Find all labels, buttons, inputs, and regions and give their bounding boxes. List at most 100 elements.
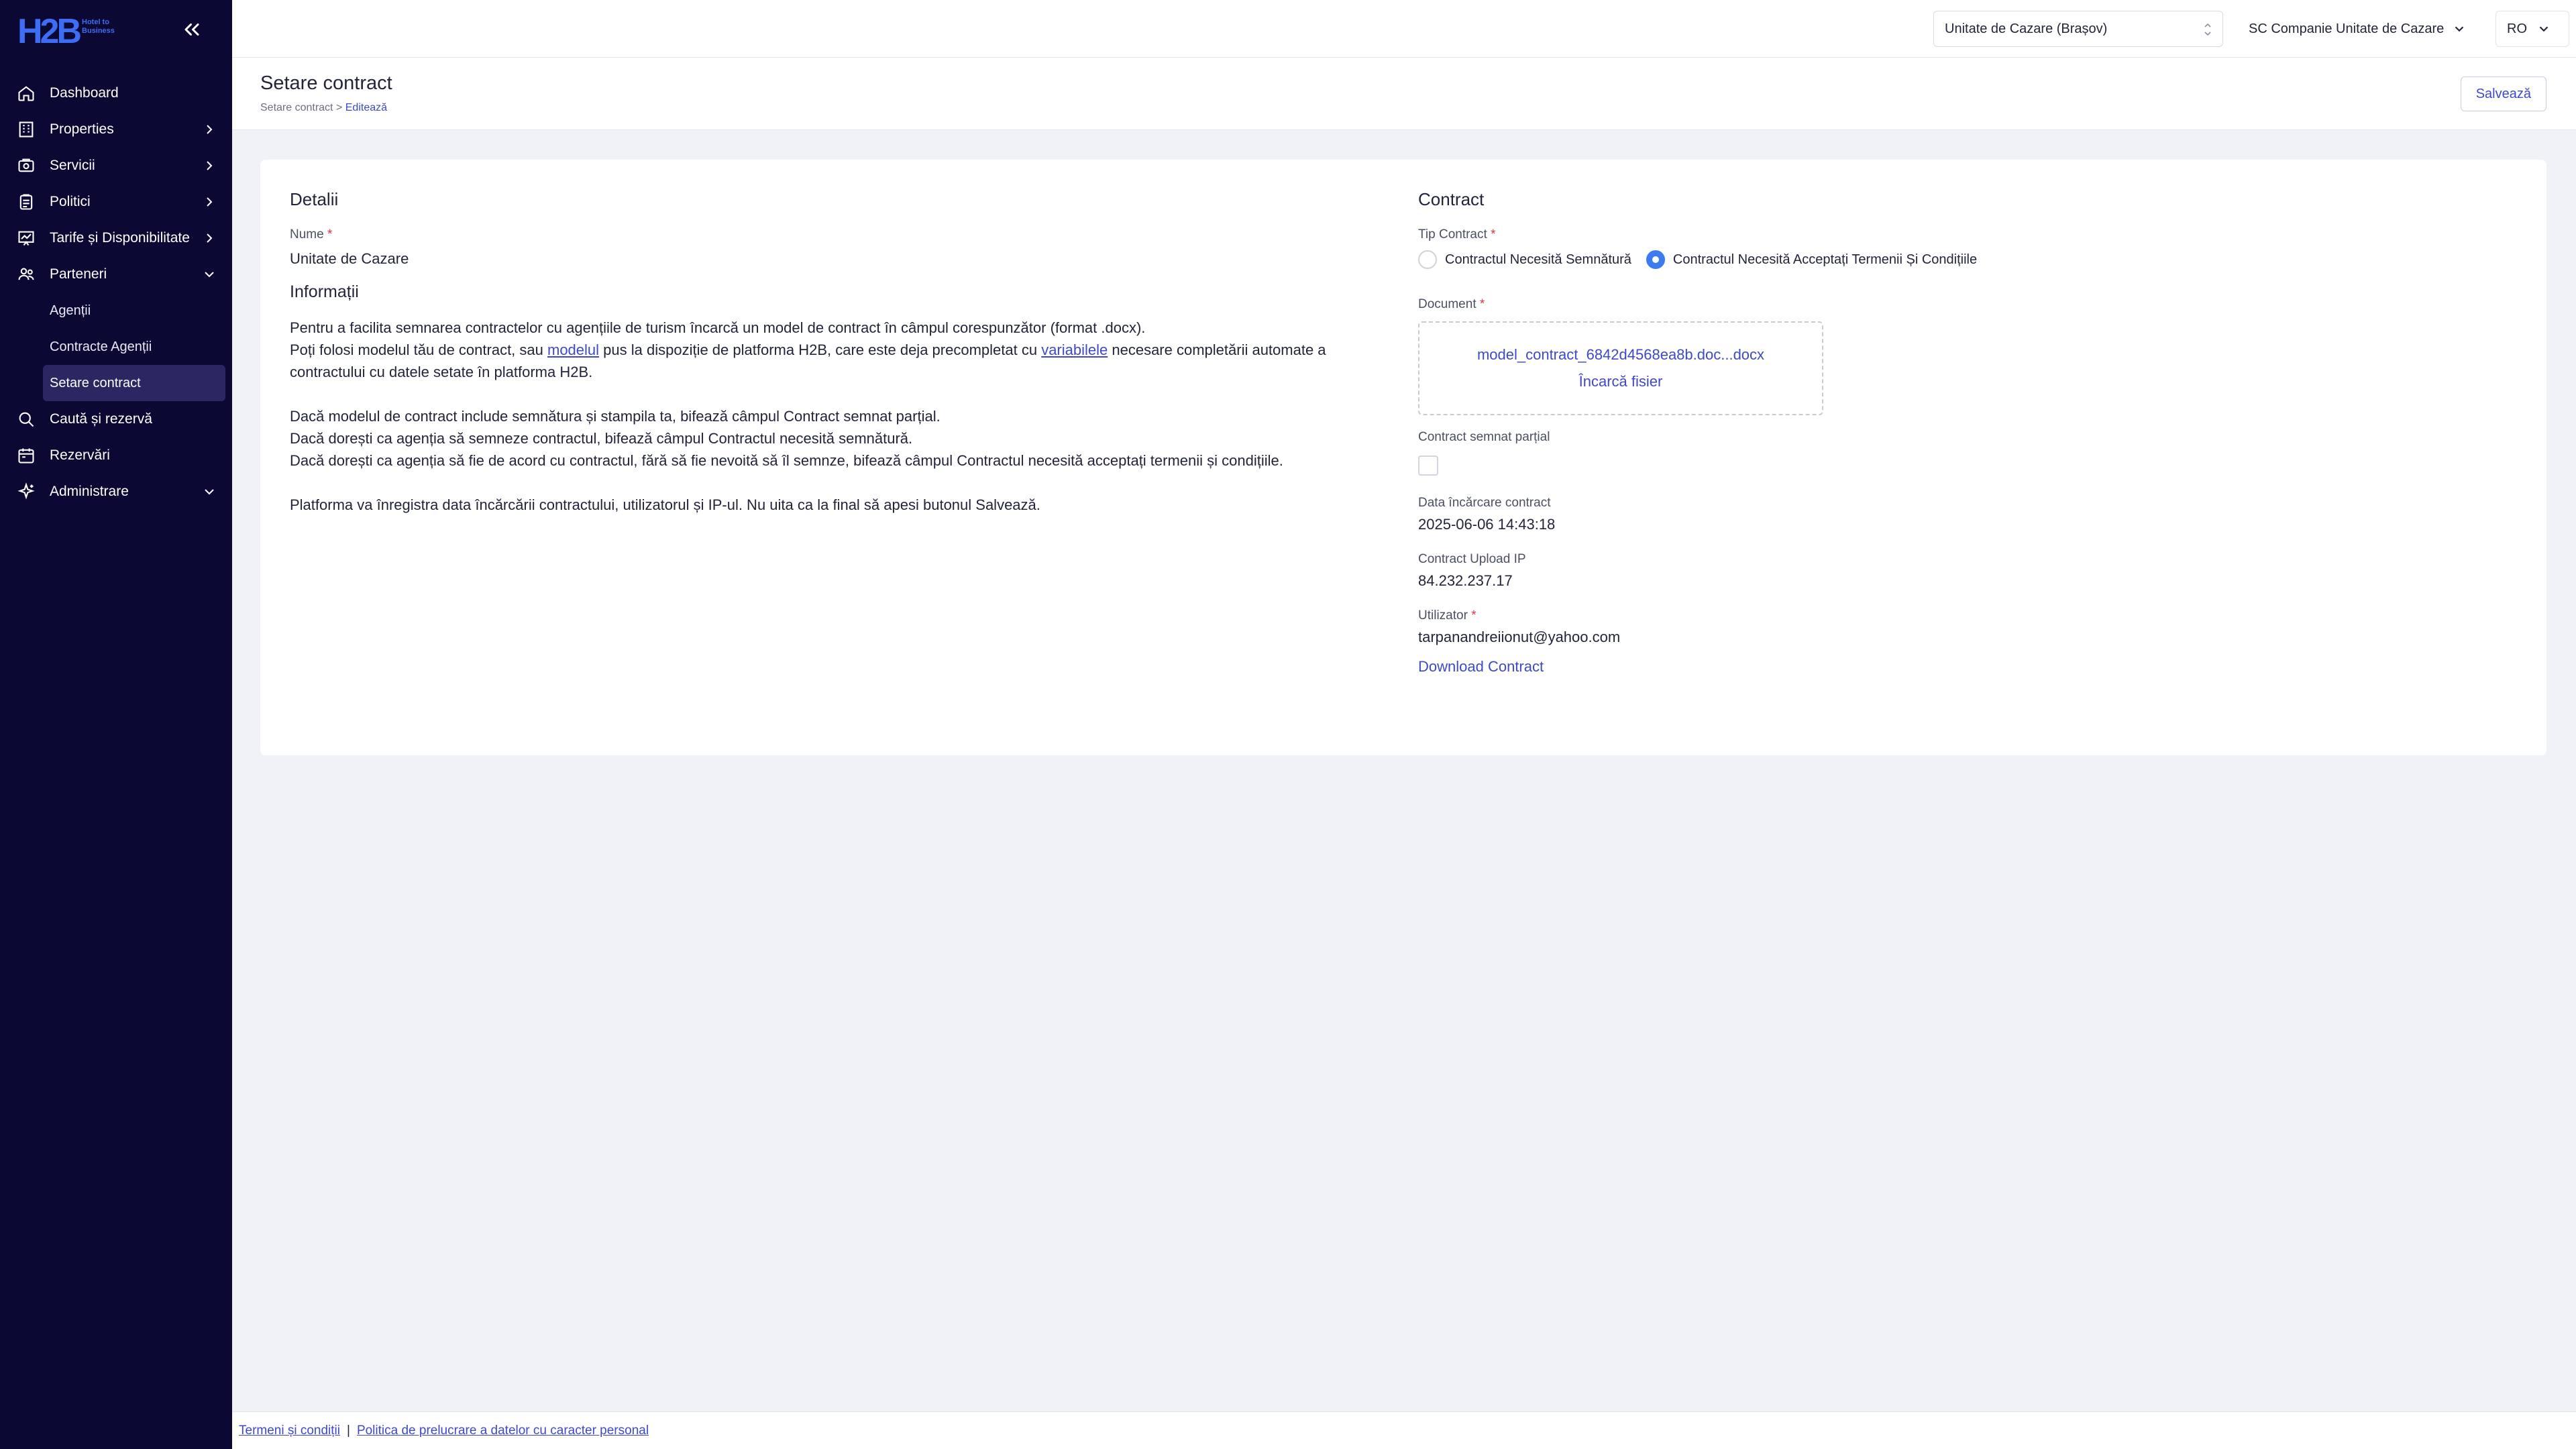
- sidebar-item-administrare[interactable]: Administrare: [0, 474, 232, 510]
- model-link[interactable]: modelul: [547, 341, 599, 358]
- variables-link[interactable]: variabilele: [1041, 341, 1108, 358]
- user-value: tarpanandreiionut@yahoo.com: [1418, 629, 1621, 645]
- contract-type-label: Tip Contract *: [1418, 227, 2089, 242]
- sidebar-item-politici[interactable]: Politici: [0, 184, 232, 220]
- details-column: Detalii Nume * Unitate de Cazare Informa…: [290, 189, 1390, 516]
- sidebar: H2B Hotel to Business Dashboard Properti…: [0, 0, 232, 1449]
- save-button[interactable]: Salvează: [2460, 76, 2546, 111]
- sidebar-item-label: Properties: [50, 121, 114, 137]
- info-text: pus la dispoziție de platforma H2B, care…: [599, 341, 1042, 358]
- radio-label: Contractul Necesită Semnătură: [1445, 252, 1631, 267]
- document-upload-dropzone[interactable]: model_contract_6842d4568ea8b.doc...docx …: [1418, 321, 1823, 415]
- info-paragraph-1: Pentru a facilita semnarea contractelor …: [290, 317, 1390, 383]
- h2b-logo[interactable]: H2B Hotel to Business: [17, 9, 118, 51]
- chevron-right-icon: [201, 194, 217, 210]
- page-header: Setare contract Setare contract > Editea…: [232, 58, 2576, 130]
- chevron-down-icon: [2452, 21, 2467, 36]
- sidebar-subitem-agentii[interactable]: Agenții: [0, 292, 232, 329]
- info-line: Platforma va înregistra data încărcării …: [290, 496, 1040, 513]
- calendar-icon: [16, 445, 36, 466]
- download-contract-link[interactable]: Download Contract: [1418, 658, 1544, 676]
- uploaded-file-name[interactable]: model_contract_6842d4568ea8b.doc...docx: [1477, 346, 1764, 364]
- services-icon: [16, 156, 36, 176]
- sidebar-item-label: Dashboard: [50, 85, 119, 101]
- radio-button[interactable]: [1418, 250, 1437, 269]
- chevron-right-icon: [201, 121, 217, 138]
- company-select-value: SC Companie Unitate de Cazare: [2249, 21, 2445, 36]
- radio-option-requires-signature[interactable]: Contractul Necesită Semnătură: [1418, 250, 1631, 269]
- upload-ip-value: 84.232.237.17: [1418, 572, 1513, 589]
- privacy-policy-link[interactable]: Politica de prelucrare a datelor cu cara…: [357, 1424, 649, 1438]
- radio-label: Contractul Necesită Acceptați Termenii Ș…: [1672, 252, 1978, 267]
- sidebar-item-cauta-si-rezerva[interactable]: Caută și rezervă: [0, 401, 232, 437]
- required-mark: *: [327, 227, 333, 241]
- upload-file-button[interactable]: Încarcă fisier: [1579, 373, 1663, 390]
- info-line: Dacă modelul de contract include semnătu…: [290, 408, 941, 425]
- company-select[interactable]: SC Companie Unitate de Cazare: [2249, 11, 2467, 47]
- sidebar-nav: Dashboard Properties Servicii Politici T…: [0, 75, 232, 510]
- double-chevron-left-icon[interactable]: [180, 17, 204, 42]
- home-icon: [16, 83, 36, 103]
- sidebar-item-dashboard[interactable]: Dashboard: [0, 75, 232, 111]
- page-title: Setare contract: [260, 72, 392, 94]
- sidebar-item-servicii[interactable]: Servicii: [0, 148, 232, 184]
- footer: Termeni și condiții | Politica de preluc…: [232, 1411, 2576, 1449]
- partial-signed-checkbox[interactable]: [1418, 455, 1438, 476]
- breadcrumb-root[interactable]: Setare contract: [260, 102, 333, 113]
- contract-section-title: Contract: [1418, 189, 1485, 209]
- info-line: Dacă dorești ca agenția să semneze contr…: [290, 430, 913, 447]
- upload-ip-label: Contract Upload IP: [1418, 552, 1526, 566]
- svg-text:Hotel to: Hotel to: [82, 18, 109, 26]
- name-label-text: Nume: [290, 227, 324, 241]
- sidebar-item-label: Tarife și Disponibilitate: [50, 230, 190, 246]
- language-select-value: RO: [2507, 21, 2527, 36]
- language-select[interactable]: RO: [2496, 11, 2569, 47]
- details-section-title: Detalii: [290, 189, 339, 209]
- breadcrumb-separator: >: [335, 102, 343, 113]
- contract-type-label-text: Tip Contract: [1418, 227, 1487, 241]
- upload-date-label: Data încărcare contract: [1418, 496, 1551, 510]
- contract-type-radio-group: Contractul Necesită Semnătură Contractul…: [1418, 250, 2089, 269]
- required-mark: *: [1479, 297, 1485, 311]
- name-value: Unitate de Cazare: [290, 250, 409, 267]
- topbar: Unitate de Cazare (Brașov) SC Companie U…: [232, 0, 2576, 58]
- info-paragraph-2: Dacă modelul de contract include semnătu…: [290, 405, 1390, 472]
- sidebar-item-label: Administrare: [50, 484, 129, 499]
- user-label-text: Utilizator: [1418, 608, 1468, 623]
- chevron-right-icon: [201, 158, 217, 174]
- terms-link[interactable]: Termeni și condiții: [239, 1424, 340, 1438]
- sidebar-item-label: Parteneri: [50, 266, 107, 282]
- breadcrumb-current: Editează: [345, 102, 388, 113]
- info-text: necesare completării automate a: [1108, 341, 1326, 358]
- partial-signed-label: Contract semnat parțial: [1418, 430, 1550, 444]
- clipboard-icon: [16, 192, 36, 212]
- sidebar-item-parteneri[interactable]: Parteneri: [0, 256, 232, 292]
- sidebar-subitem-label: Setare contract: [50, 375, 141, 390]
- name-label: Nume *: [290, 227, 1390, 242]
- sidebar-subitem-contracte-agentii[interactable]: Contracte Agenții: [0, 329, 232, 365]
- radio-button-checked[interactable]: [1646, 250, 1665, 269]
- sidebar-subitem-label: Agenții: [50, 303, 91, 318]
- required-mark: *: [1491, 227, 1496, 241]
- sidebar-subitem-label: Contracte Agenții: [50, 339, 152, 354]
- sidebar-item-properties[interactable]: Properties: [0, 111, 232, 148]
- required-mark: *: [1471, 608, 1477, 623]
- chevron-down-icon: [2536, 21, 2551, 36]
- user-label: Utilizator *: [1418, 608, 2089, 623]
- chart-icon: [16, 228, 36, 248]
- svg-text:Business: Business: [82, 27, 115, 35]
- search-icon: [16, 409, 36, 429]
- sidebar-subitem-setare-contract[interactable]: Setare contract: [43, 365, 225, 401]
- document-label: Document *: [1418, 297, 2089, 312]
- chevron-down-icon: [201, 484, 217, 500]
- sidebar-item-tarife[interactable]: Tarife și Disponibilitate: [0, 220, 232, 256]
- breadcrumb: Setare contract > Editează: [260, 102, 387, 114]
- radio-option-accept-terms[interactable]: Contractul Necesită Acceptați Termenii Ș…: [1646, 250, 1977, 269]
- sidebar-item-label: Caută și rezervă: [50, 411, 152, 427]
- property-select-value: Unitate de Cazare (Brașov): [1945, 21, 2108, 36]
- sidebar-item-rezervari[interactable]: Rezervări: [0, 437, 232, 474]
- property-select[interactable]: Unitate de Cazare (Brașov): [1933, 11, 2223, 47]
- info-title: Informații: [290, 282, 359, 301]
- info-line: contractului cu datele setate în platfor…: [290, 364, 593, 380]
- chevron-right-icon: [201, 230, 217, 246]
